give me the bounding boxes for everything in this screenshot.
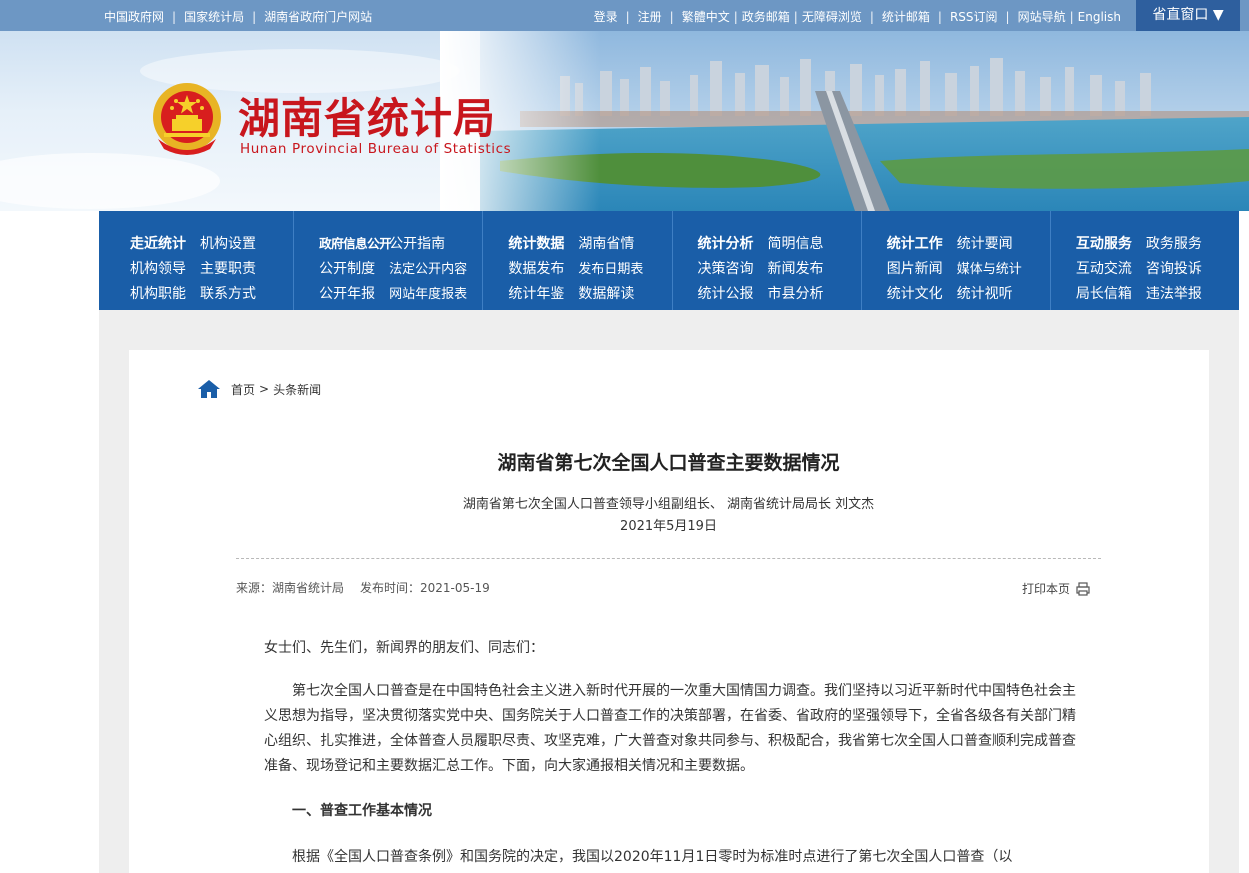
article-section-heading: 一、普查工作基本情况 — [292, 803, 432, 819]
rss-link[interactable]: RSS订阅 — [950, 10, 998, 24]
nav-link[interactable]: 主要职责 — [200, 258, 290, 278]
breadcrumb-separator: > — [259, 382, 270, 396]
print-page-button[interactable]: 打印本页 — [1022, 580, 1090, 597]
article-date: 2021年5月19日 — [620, 519, 717, 534]
nav-link[interactable]: 公开年报 — [319, 283, 389, 303]
provincial-window-button[interactable]: 省直窗口 ▼ — [1136, 0, 1240, 31]
nav-heading[interactable]: 统计分析 — [698, 233, 768, 253]
nav-link[interactable]: 媒体与统计 — [957, 258, 1047, 277]
nav-heading[interactable]: 统计工作 — [887, 233, 957, 253]
national-emblem-icon — [153, 83, 221, 155]
article-title: 湖南省第七次全国人口普查主要数据情况 — [497, 452, 840, 474]
nav-group-info-disclosure: 政府信息公开 公开指南 公开制度 法定公开内容 公开年报 网站年度报表 — [294, 211, 484, 310]
home-icon[interactable] — [197, 378, 221, 400]
site-subtitle: Hunan Provincial Bureau of Statistics — [240, 141, 512, 157]
nav-link[interactable]: 数据发布 — [508, 258, 578, 278]
site-banner: 湖南省统计局 Hunan Provincial Bureau of Statis… — [0, 31, 1249, 211]
nav-link[interactable]: 统计要闻 — [957, 233, 1047, 253]
nav-link[interactable]: 发布日期表 — [578, 258, 668, 277]
nav-link[interactable]: 互动交流 — [1076, 258, 1146, 278]
nav-link[interactable]: 统计年鉴 — [508, 283, 578, 303]
nav-heading[interactable]: 统计数据 — [508, 233, 578, 253]
article-panel — [129, 350, 1209, 873]
nav-link[interactable]: 新闻发布 — [768, 258, 858, 278]
article-greeting: 女士们、先生们，新闻界的朋友们、同志们： — [264, 640, 544, 656]
nav-group-statistical-data: 统计数据 湖南省情 数据发布 发布日期表 统计年鉴 数据解读 — [483, 211, 673, 310]
nav-group-interactive-services: 互动服务 政务服务 互动交流 咨询投诉 局长信箱 违法举报 — [1051, 211, 1239, 310]
nav-heading[interactable]: 互动服务 — [1076, 233, 1146, 253]
link-stats-gov[interactable]: 国家统计局 — [184, 10, 244, 24]
nav-heading[interactable]: 政府信息公开 — [319, 233, 392, 252]
article-divider — [236, 558, 1101, 559]
article-meta: 来源：湖南省统计局 发布时间：2021-05-19 — [236, 579, 490, 596]
nav-link[interactable]: 机构领导 — [130, 258, 200, 278]
article-publish-time: 发布时间：2021-05-19 — [360, 581, 490, 595]
breadcrumb-current-link[interactable]: 头条新闻 — [273, 381, 321, 398]
nav-heading[interactable]: 走近统计 — [130, 233, 200, 253]
print-icon — [1076, 581, 1090, 596]
top-bar-left-links: 中国政府网 | 国家统计局 | 湖南省政府门户网站 — [104, 10, 373, 24]
nav-link[interactable]: 数据解读 — [578, 283, 668, 303]
nav-link[interactable]: 简明信息 — [768, 233, 858, 253]
nav-link[interactable]: 公开制度 — [319, 258, 389, 278]
nav-link[interactable]: 咨询投诉 — [1146, 258, 1236, 278]
breadcrumb-home-link[interactable]: 首页 — [231, 381, 255, 398]
print-label: 打印本页 — [1022, 582, 1071, 596]
link-hunan-portal[interactable]: 湖南省政府门户网站 — [264, 10, 372, 24]
register-link[interactable]: 注册 — [638, 10, 662, 24]
top-bar-right-links: 登录 | 注册 | 繁體中文 | 政务邮箱 | 无障碍浏览 | 统计邮箱 | RSS订阅 | 网站导航 | En… — [593, 10, 1121, 24]
nav-link[interactable]: 政务服务 — [1146, 233, 1236, 253]
nav-link[interactable]: 法定公开内容 — [389, 258, 479, 277]
nav-link[interactable]: 公开指南 — [389, 233, 479, 253]
nav-link[interactable]: 市县分析 — [768, 283, 858, 303]
nav-link[interactable]: 联系方式 — [200, 283, 290, 303]
login-link[interactable]: 登录 — [594, 10, 618, 24]
article-paragraph: 根据《全国人口普查条例》和国务院的决定，我国以2020年11月1日零时为标准时点… — [292, 849, 1013, 865]
nav-group-statistical-work: 统计工作 统计要闻 图片新闻 媒体与统计 统计文化 统计视听 — [862, 211, 1051, 310]
stats-mail-link[interactable]: 统计邮箱 — [882, 10, 930, 24]
nav-link[interactable]: 图片新闻 — [887, 258, 957, 278]
top-bar: 中国政府网 | 国家统计局 | 湖南省政府门户网站 登录 | 注册 | 繁體中文 | 政务邮箱 | 无障… — [0, 0, 1249, 31]
nav-link[interactable]: 机构设置 — [200, 233, 290, 253]
article-author: 湖南省第七次全国人口普查领导小组副组长、 湖南省统计局局长 刘文杰 — [462, 497, 875, 512]
link-gov-cn[interactable]: 中国政府网 — [104, 10, 164, 24]
nav-link[interactable]: 网站年度报表 — [389, 283, 479, 302]
nav-link[interactable]: 湖南省情 — [578, 233, 668, 253]
nav-link[interactable]: 统计文化 — [887, 283, 957, 303]
english-link[interactable]: English — [1078, 10, 1121, 24]
nav-group-statistical-analysis: 统计分析 简明信息 决策咨询 新闻发布 统计公报 市县分析 — [673, 211, 862, 310]
gov-mail-link[interactable]: 政务邮箱 — [742, 10, 790, 24]
breadcrumb: 首页 > 头条新闻 — [197, 378, 321, 400]
accessibility-link[interactable]: 无障碍浏览 — [802, 10, 862, 24]
nav-group-about: 走近统计 机构设置 机构领导 主要职责 机构职能 联系方式 — [99, 211, 295, 310]
nav-link[interactable]: 决策咨询 — [698, 258, 768, 278]
site-title: 湖南省统计局 — [238, 94, 497, 143]
traditional-chinese-link[interactable]: 繁體中文 — [682, 10, 730, 24]
article-paragraph: 第七次全国人口普查是在中国特色社会主义进入新时代开展的一次重大国情国力调查。我们… — [264, 683, 1076, 774]
nav-link[interactable]: 统计公报 — [698, 283, 768, 303]
nav-link[interactable]: 机构职能 — [130, 283, 200, 303]
main-navigation: 走近统计 机构设置 机构领导 主要职责 机构职能 联系方式 政府信息公开 公开指南 公开… — [99, 211, 1239, 310]
nav-link[interactable]: 统计视听 — [957, 283, 1047, 303]
nav-link[interactable]: 违法举报 — [1146, 283, 1236, 303]
site-map-link[interactable]: 网站导航 — [1018, 10, 1066, 24]
article-source: 来源：湖南省统计局 — [236, 581, 345, 595]
nav-link[interactable]: 局长信箱 — [1076, 283, 1146, 303]
